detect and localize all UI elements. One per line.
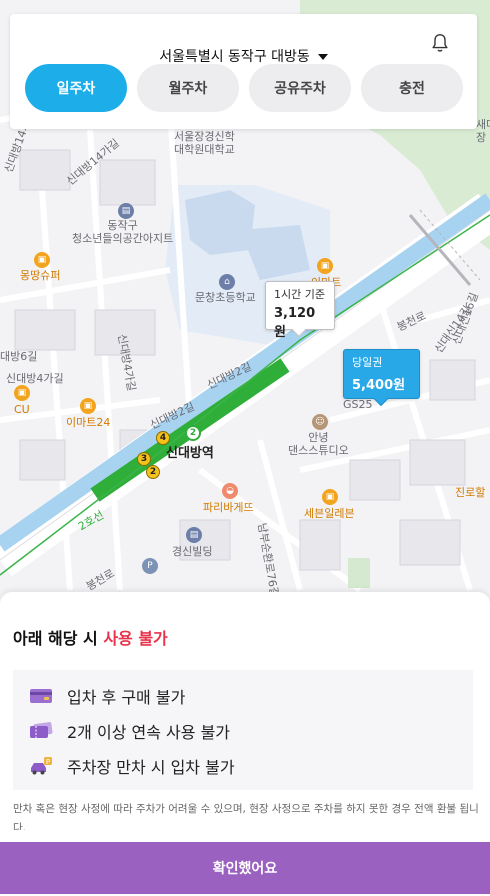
header-card: 서울특별시 동작구 대방동 일주차 월주차 공유주차 충전 (10, 14, 477, 129)
store-icon: ▣ (34, 252, 50, 268)
map-label-youth-space: 동작구 청소년들의공간아지트 (72, 219, 173, 245)
map-label-seven: 세븐일레븐 (304, 507, 355, 520)
sheet-title-prefix: 아래 해당 시 (13, 629, 104, 648)
parking-type-tabs: 일주차 월주차 공유주차 충전 (25, 64, 463, 112)
building-icon: ▤ (118, 203, 134, 219)
map-label-gyeongsin: 경신빌딩 (172, 545, 213, 558)
map-label-mongttang: 몽땅슈퍼 (20, 269, 61, 282)
price-tag-sub: 당일권 (352, 356, 383, 369)
location-text: 서울특별시 동작구 대방동 (159, 49, 310, 65)
map-label-gs25: GS25 (343, 398, 373, 411)
price-tag-value: 5,400원 (352, 378, 406, 393)
map-label-paris: 파리바게뜨 (203, 501, 254, 514)
line-3-marker: 3 (137, 452, 151, 466)
line-4-marker: 4 (156, 431, 170, 445)
road-label-4: 신대방4가길 (6, 372, 64, 385)
map-label-school: 문창초등학교 (195, 291, 256, 304)
rule-item: P 주차장 만차 시 입차 불가 (29, 754, 235, 778)
sheet-title-warn: 사용 불가 (103, 629, 168, 648)
caret-down-icon (317, 54, 328, 60)
tab-monthly[interactable]: 월주차 (137, 64, 239, 112)
confirm-button[interactable]: 확인했어요 (0, 842, 490, 894)
map-label-jinro: 진로할 (455, 486, 486, 499)
ticket-icon (30, 722, 53, 738)
refund-note: 만차 혹은 현장 사정에 따라 주차가 어려울 수 있으며, 현장 사정으로 주… (13, 803, 479, 830)
rule-item: 입차 후 구매 불가 (29, 684, 185, 708)
map-label-dance: 안녕 댄스스튜디오 (288, 431, 349, 457)
price-tag-hourly[interactable]: 1시간 기준 3,120원 (265, 281, 335, 340)
parking-icon: P (142, 558, 158, 574)
line-2b-marker: 2 (146, 465, 160, 479)
store-icon-top: ▣ (317, 258, 333, 274)
road-label-6: 대방6길 (0, 350, 38, 363)
map-label-saesil: 새마을 장 (476, 118, 490, 144)
rules-box: 입차 후 구매 불가 2개 이상 연속 사용 불가 P 주차장 만차 시 입차 … (13, 670, 473, 790)
svg-text:P: P (46, 758, 50, 766)
tab-shared[interactable]: 공유주차 (249, 64, 351, 112)
price-tag-sub: 1시간 기준 (274, 288, 325, 301)
sheet-title: 아래 해당 시 사용 불가 (13, 625, 168, 649)
rule-text: 주차장 만차 시 입차 불가 (67, 758, 235, 777)
map-label-station: 신대방역 (166, 446, 214, 461)
dance-label: 안녕 댄스스튜디오 (288, 431, 349, 457)
building-icon-2: ▤ (186, 527, 202, 543)
tab-daily[interactable]: 일주차 (25, 64, 127, 112)
restriction-sheet: 아래 해당 시 사용 불가 입차 후 구매 불가 2개 이상 연속 사용 불가 … (0, 592, 490, 896)
map-label-emart24: 이마트24 (66, 416, 111, 429)
map-label-cu: CU (14, 403, 30, 416)
dance-studio-icon: ☺ (312, 414, 328, 430)
school-icon: ⌂ (219, 274, 235, 290)
seven-eleven-icon: ▣ (322, 489, 338, 505)
location-selector[interactable]: 서울특별시 동작구 대방동 (10, 46, 477, 66)
price-tag-daily[interactable]: 당일권 5,400원 (343, 349, 420, 407)
car-parking-icon: P (31, 757, 52, 775)
card-icon (30, 689, 52, 703)
emart24-icon: ▣ (80, 398, 96, 414)
rule-text: 2개 이상 연속 사용 불가 (67, 723, 231, 742)
line-2-marker: 2 (185, 425, 201, 441)
university-label: 서울장경신학 대학원대학교 (174, 130, 235, 156)
rule-text: 입차 후 구매 불가 (67, 688, 186, 707)
cu-store-icon: ▣ (14, 385, 30, 401)
bakery-icon: ◒ (222, 483, 238, 499)
map-label-university: 서울장경신학 대학원대학교 (174, 130, 235, 156)
tab-charging[interactable]: 충전 (361, 64, 463, 112)
saesil-label: 새마을 장 (476, 118, 490, 144)
rule-item: 2개 이상 연속 사용 불가 (29, 719, 230, 743)
youth-space-label: 동작구 청소년들의공간아지트 (72, 219, 174, 245)
bell-icon[interactable] (429, 32, 451, 54)
